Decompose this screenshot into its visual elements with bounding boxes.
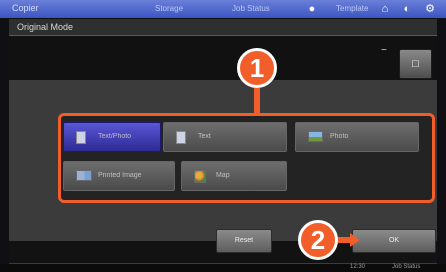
reset-label: Reset (234, 237, 254, 244)
minus-icon: − (381, 45, 387, 56)
original-mode-dialog: Original Mode − □ Text/Photo Text Photo … (8, 18, 438, 265)
tab-job-status[interactable]: Job Status (232, 4, 270, 13)
callout-1-badge: 1 (237, 48, 277, 88)
tab-storage[interactable]: Storage (155, 4, 183, 13)
ok-button[interactable]: OK (352, 229, 436, 253)
status-bar: 12:30 Job Status (0, 264, 446, 272)
page-icon: □ (412, 58, 419, 70)
ok-label: OK (388, 237, 400, 244)
gear-icon[interactable]: ⚙ (423, 2, 437, 16)
page-button[interactable]: □ (399, 49, 432, 79)
dialog-titlebar: Original Mode (9, 19, 437, 36)
tab-template[interactable]: Template (336, 4, 368, 13)
dialog-title: Original Mode (17, 22, 74, 32)
callout-highlight-frame (58, 113, 435, 203)
user-icon[interactable]: ◐ (400, 2, 414, 16)
reset-button[interactable]: Reset (216, 229, 272, 253)
callout-2-arrow-head (350, 233, 360, 247)
home-icon[interactable]: ⌂ (378, 2, 392, 16)
status-job[interactable]: Job Status (392, 264, 420, 270)
dialog-header-band (9, 36, 437, 80)
app-title: Copier (12, 3, 39, 13)
top-bar: Copier Storage Job Status Template ● ⌂ ◐… (0, 0, 446, 18)
callout-1-stem (254, 88, 260, 114)
callout-2-badge: 2 (298, 220, 338, 260)
status-time: 12:30 (350, 264, 366, 270)
dot-icon: ● (308, 3, 316, 15)
